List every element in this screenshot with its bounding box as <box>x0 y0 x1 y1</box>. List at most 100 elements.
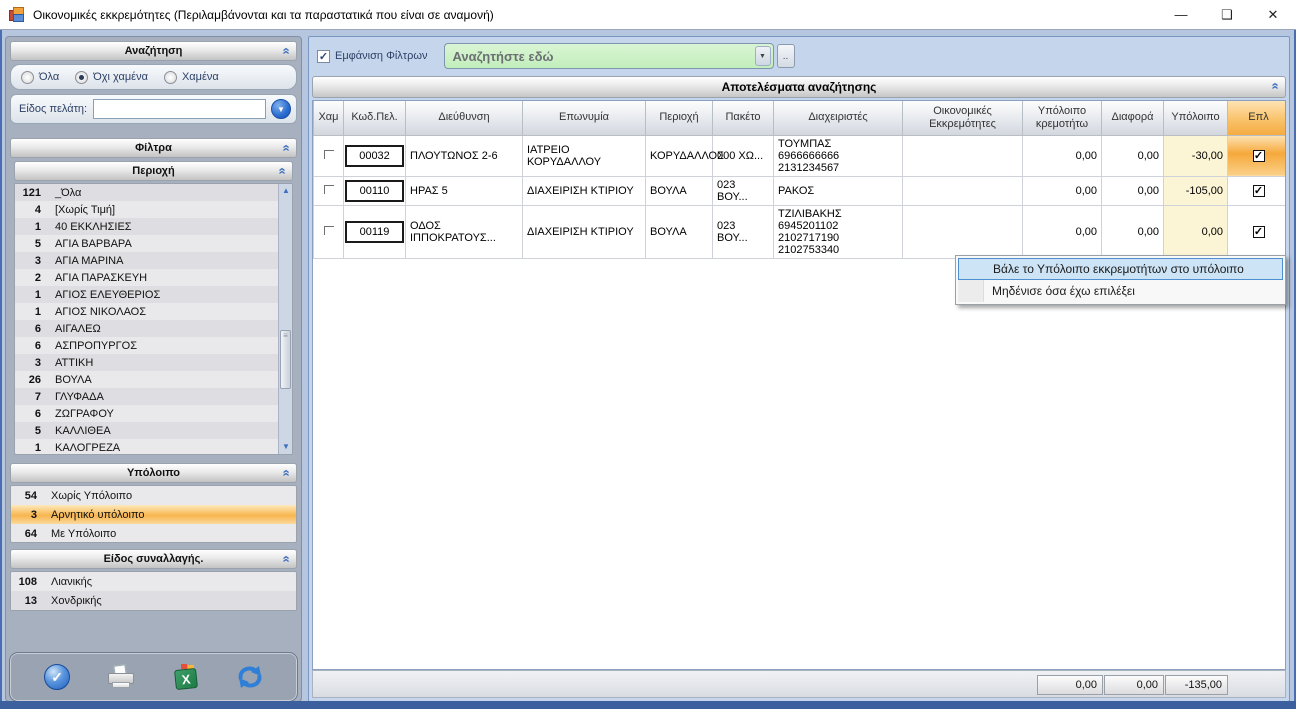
confirm-button[interactable]: ✓ <box>40 660 74 694</box>
difference-cell[interactable]: 0,00 <box>1102 135 1164 176</box>
filter-item[interactable]: 3ΑΓΙΑ ΜΑΡΙΝΑ <box>15 252 292 269</box>
lost-cell[interactable] <box>314 135 344 176</box>
region-scrollbar[interactable]: ▲ ≡ ▼ <box>278 184 292 454</box>
context-menu-item[interactable]: Μηδένισε όσα έχω επιλέξει <box>958 280 1283 302</box>
filter-item[interactable]: 5ΚΑΛΛΙΘΕΑ <box>15 422 292 439</box>
collapse-chevron-icon[interactable]: « <box>275 167 289 174</box>
region-cell[interactable]: ΒΟΥΛΑ <box>646 176 713 205</box>
collapse-chevron-icon[interactable]: « <box>279 47 293 54</box>
search-dropdown-icon[interactable]: ▼ <box>755 46 771 66</box>
search-input[interactable]: Αναζητήστε εδώ <box>445 49 755 64</box>
name-cell[interactable]: ΔΙΑΧΕΙΡΙΣΗ ΚΤΙΡΙΟΥ <box>523 176 646 205</box>
context-menu-item[interactable]: Βάλε το Υπόλοιπο εκκρεμοτήτων στο υπόλοι… <box>958 258 1283 280</box>
selected-cell[interactable]: ✓ <box>1228 135 1287 176</box>
table-row[interactable]: 00032ΠΛΟΥΤΩΝΟΣ 2-6ΙΑΤΡΕΙΟ ΚΟΡΥΔΑΛΛΟΥΚΟΡΥ… <box>314 135 1287 176</box>
column-header[interactable]: Υπόλοιπο <box>1164 101 1228 135</box>
balance-panel-header[interactable]: Υπόλοιπο « <box>10 463 297 483</box>
column-header[interactable]: Επλ <box>1228 101 1287 135</box>
name-cell[interactable]: ΔΙΑΧΕΙΡΙΣΗ ΚΤΙΡΙΟΥ <box>523 205 646 258</box>
code-box[interactable]: 00110 <box>345 180 404 202</box>
filter-item[interactable]: 13Χονδρικής <box>11 591 296 610</box>
checked-checkbox-icon[interactable]: ✓ <box>1253 150 1265 162</box>
filter-item[interactable]: 3Αρνητικό υπόλοιπο <box>11 505 296 524</box>
region-panel-header[interactable]: Περιοχή « <box>14 161 293 181</box>
region-cell[interactable]: ΚΟΡΥΔΑΛΛΟΣ <box>646 135 713 176</box>
balance-cell[interactable]: -30,00 <box>1164 135 1228 176</box>
financial-pending-cell[interactable] <box>903 205 1023 258</box>
filter-item[interactable]: 4[Χωρίς Τιμή] <box>15 201 292 218</box>
unchecked-box-icon[interactable] <box>324 150 334 159</box>
filter-item[interactable]: 6ΖΩΓΡΑΦΟΥ <box>15 405 292 422</box>
balance-cell[interactable]: -105,00 <box>1164 176 1228 205</box>
filter-item[interactable]: 108Λιανικής <box>11 572 296 591</box>
package-cell[interactable]: 000 ΧΩ... <box>713 135 774 176</box>
balance-pending-cell[interactable]: 0,00 <box>1023 135 1102 176</box>
filter-item[interactable]: 3ΑΤΤΙΚΗ <box>15 354 292 371</box>
maximize-button[interactable]: ❑ <box>1204 0 1250 29</box>
region-cell[interactable]: ΒΟΥΛΑ <box>646 205 713 258</box>
radio-icon[interactable] <box>75 71 88 84</box>
filter-item[interactable]: 6ΑΣΠΡΟΠΥΡΓΟΣ <box>15 337 292 354</box>
filter-item[interactable]: 7ΓΛΥΦΑΔΑ <box>15 388 292 405</box>
code-box[interactable]: 00032 <box>345 145 404 167</box>
address-cell[interactable]: ΗΡΑΣ 5 <box>406 176 523 205</box>
lost-cell[interactable] <box>314 176 344 205</box>
checked-checkbox-icon[interactable]: ✓ <box>1253 226 1265 238</box>
address-cell[interactable]: ΠΛΟΥΤΩΝΟΣ 2-6 <box>406 135 523 176</box>
lost-cell[interactable] <box>314 205 344 258</box>
column-header[interactable]: Επωνυμία <box>523 101 646 135</box>
collapse-chevron-icon[interactable]: « <box>1268 82 1282 89</box>
close-button[interactable]: ✕ <box>1250 0 1296 29</box>
table-row[interactable]: 00119ΟΔΟΣ ΙΠΠΟΚΡΑΤΟΥΣ...ΔΙΑΧΕΙΡΙΣΗ ΚΤΙΡΙ… <box>314 205 1287 258</box>
column-header[interactable]: Περιοχή <box>646 101 713 135</box>
show-filters-checkbox[interactable]: ✓ <box>317 50 330 63</box>
financial-pending-cell[interactable] <box>903 135 1023 176</box>
print-button[interactable] <box>104 660 138 694</box>
financial-pending-cell[interactable] <box>903 176 1023 205</box>
scroll-thumb[interactable]: ≡ <box>280 330 291 389</box>
column-header[interactable]: Κωδ.Πελ. <box>344 101 406 135</box>
column-header[interactable]: Διεύθυνση <box>406 101 523 135</box>
filter-item[interactable]: 54Χωρίς Υπόλοιπο <box>11 486 296 505</box>
table-row[interactable]: 00110ΗΡΑΣ 5ΔΙΑΧΕΙΡΙΣΗ ΚΤΙΡΙΟΥΒΟΥΛΑ023 ΒΟ… <box>314 176 1287 205</box>
filter-item[interactable]: 64Με Υπόλοιπο <box>11 524 296 543</box>
code-cell[interactable]: 00032 <box>344 135 406 176</box>
balance-pending-cell[interactable]: 0,00 <box>1023 205 1102 258</box>
filter-item[interactable]: 140 ΕΚΚΛΗΣΙΕΣ <box>15 218 292 235</box>
managers-cell[interactable]: ΡΑΚΟΣ <box>774 176 903 205</box>
radio-label[interactable]: Χαμένα <box>182 71 219 83</box>
search-combo[interactable]: Αναζητήστε εδώ ▼ <box>444 43 774 69</box>
checked-checkbox-icon[interactable]: ✓ <box>1253 185 1265 197</box>
filter-item[interactable]: 5ΑΓΙΑ ΒΑΡΒΑΡΑ <box>15 235 292 252</box>
results-header[interactable]: Αποτελέσματα αναζήτησης « <box>312 76 1286 98</box>
code-box[interactable]: 00119 <box>345 221 404 243</box>
filters-panel-header[interactable]: Φίλτρα « <box>10 138 297 158</box>
minimize-button[interactable]: — <box>1158 0 1204 29</box>
radio-icon[interactable] <box>164 71 177 84</box>
filter-item[interactable]: 2ΑΓΙΑ ΠΑΡΑΣΚΕΥΗ <box>15 269 292 286</box>
difference-cell[interactable]: 0,00 <box>1102 176 1164 205</box>
radio-label[interactable]: Όλα <box>39 71 59 83</box>
scroll-down-icon[interactable]: ▼ <box>279 440 293 454</box>
column-header[interactable]: Οικονομικές Εκκρεμότητες <box>903 101 1023 135</box>
filter-item[interactable]: 1ΑΓΙΟΣ ΝΙΚΟΛΑΟΣ <box>15 303 292 320</box>
collapse-chevron-icon[interactable]: « <box>279 555 293 562</box>
name-cell[interactable]: ΙΑΤΡΕΙΟ ΚΟΡΥΔΑΛΛΟΥ <box>523 135 646 176</box>
managers-cell[interactable]: ΤΟΥΜΠΑΣ 6966666666 2131234567 <box>774 135 903 176</box>
address-cell[interactable]: ΟΔΟΣ ΙΠΠΟΚΡΑΤΟΥΣ... <box>406 205 523 258</box>
column-header[interactable]: Διαχειριστές <box>774 101 903 135</box>
balance-pending-cell[interactable]: 0,00 <box>1023 176 1102 205</box>
managers-cell[interactable]: ΤΖΙΛΙΒΑΚΗΣ 6945201102 2102717190 2102753… <box>774 205 903 258</box>
column-header[interactable]: Διαφορά <box>1102 101 1164 135</box>
client-type-input[interactable] <box>93 99 266 119</box>
export-excel-button[interactable]: X <box>169 660 203 694</box>
radio-icon[interactable] <box>21 71 34 84</box>
refresh-button[interactable] <box>233 660 267 694</box>
radio-label[interactable]: Όχι χαμένα <box>93 71 148 83</box>
scroll-up-icon[interactable]: ▲ <box>279 184 293 198</box>
search-options-button[interactable]: .. <box>777 44 795 68</box>
filter-item[interactable]: 1ΑΓΙΟΣ ΕΛΕΥΘΕΡΙΟΣ <box>15 286 292 303</box>
column-header[interactable]: Υπόλοιπο κρεμοτήτω <box>1023 101 1102 135</box>
code-cell[interactable]: 00110 <box>344 176 406 205</box>
difference-cell[interactable]: 0,00 <box>1102 205 1164 258</box>
